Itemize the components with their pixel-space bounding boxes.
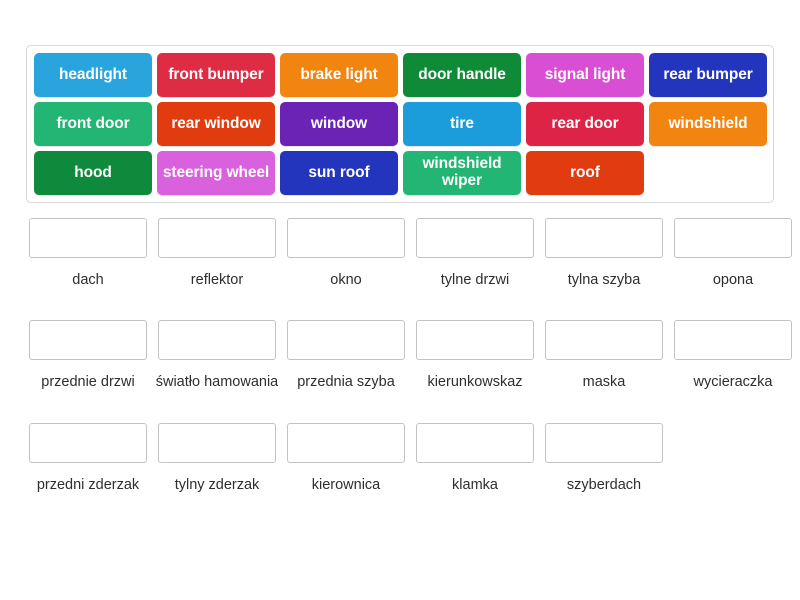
draggable-tile[interactable]: sun roof xyxy=(280,151,398,195)
answer-label: okno xyxy=(330,272,362,288)
answer-cell: kierownica xyxy=(284,422,408,495)
answer-label: klamka xyxy=(452,476,498,493)
answer-cell: tylne drzwi xyxy=(413,218,537,290)
drop-zone[interactable] xyxy=(545,422,663,463)
answer-row: przedni zderzak tylny zderzak kierownica… xyxy=(26,422,774,495)
tile-bank: headlight front bumper brake light door … xyxy=(26,45,774,203)
drop-zone[interactable] xyxy=(287,422,405,463)
answer-cell: przednia szyba xyxy=(284,320,408,392)
answer-label: maska xyxy=(582,374,626,391)
answer-cell: tylna szyba xyxy=(542,218,666,290)
drop-zone[interactable] xyxy=(29,218,147,258)
draggable-tile[interactable]: windshield xyxy=(649,102,767,146)
draggable-tile[interactable]: front door xyxy=(34,102,152,146)
answer-cell: kierunkowskaz xyxy=(413,320,537,392)
answer-cell: światło hamowania xyxy=(155,320,279,392)
answer-label: szyberdach xyxy=(566,476,642,493)
draggable-tile[interactable]: windshield wiper xyxy=(403,151,521,195)
draggable-tile[interactable]: roof xyxy=(526,151,644,195)
answer-cell: tylny zderzak xyxy=(155,422,279,495)
drop-zone[interactable] xyxy=(158,218,276,258)
draggable-tile[interactable]: signal light xyxy=(526,53,644,97)
answer-label: światło hamowania xyxy=(155,374,279,391)
tile-bank-row: front door rear window window tire rear … xyxy=(34,102,767,146)
drop-zone[interactable] xyxy=(158,422,276,463)
answer-grid: dach reflektor okno tylne drzwi tylna sz… xyxy=(26,218,792,525)
answer-cell: maska xyxy=(542,320,666,392)
answer-cell: przedni zderzak xyxy=(26,422,150,495)
answer-label: reflektor xyxy=(190,272,244,288)
draggable-tile[interactable]: tire xyxy=(403,102,521,146)
answer-cell: klamka xyxy=(413,422,537,495)
draggable-tile[interactable]: brake light xyxy=(280,53,398,97)
answer-row: przednie drzwi światło hamowania przedni… xyxy=(26,320,792,392)
answer-label: dach xyxy=(72,272,104,288)
answer-cell: okno xyxy=(284,218,408,290)
drop-zone[interactable] xyxy=(674,218,792,258)
draggable-tile[interactable]: steering wheel xyxy=(157,151,275,195)
draggable-tile[interactable]: window xyxy=(280,102,398,146)
answer-cell: szyberdach xyxy=(542,422,666,495)
answer-label: kierownica xyxy=(311,476,381,493)
answer-label: tylny zderzak xyxy=(174,476,260,493)
answer-label: przednie drzwi xyxy=(41,374,135,391)
answer-cell: opona xyxy=(671,218,795,290)
draggable-tile[interactable]: door handle xyxy=(403,53,521,97)
answer-row: dach reflektor okno tylne drzwi tylna sz… xyxy=(26,218,792,290)
draggable-tile[interactable]: front bumper xyxy=(157,53,275,97)
drop-zone[interactable] xyxy=(29,422,147,463)
answer-label: tylna szyba xyxy=(567,272,641,288)
drop-zone[interactable] xyxy=(287,320,405,361)
drop-zone[interactable] xyxy=(545,320,663,361)
answer-cell: wycieraczka xyxy=(671,320,795,392)
draggable-tile[interactable]: rear window xyxy=(157,102,275,146)
answer-label: opona xyxy=(712,272,754,288)
tile-slot-empty xyxy=(649,151,767,195)
answer-label: kierunkowskaz xyxy=(427,374,523,391)
drop-zone[interactable] xyxy=(29,320,147,361)
answer-label: przednia szyba xyxy=(297,374,395,391)
answer-label: tylne drzwi xyxy=(440,272,510,288)
match-up-activity: headlight front bumper brake light door … xyxy=(0,0,800,600)
answer-cell: reflektor xyxy=(155,218,279,290)
draggable-tile[interactable]: rear door xyxy=(526,102,644,146)
drop-zone[interactable] xyxy=(674,320,792,361)
draggable-tile[interactable]: headlight xyxy=(34,53,152,97)
answer-cell: dach xyxy=(26,218,150,290)
answer-cell: przednie drzwi xyxy=(26,320,150,392)
drop-zone[interactable] xyxy=(416,218,534,258)
drop-zone[interactable] xyxy=(545,218,663,258)
drop-zone[interactable] xyxy=(416,320,534,361)
answer-label: przedni zderzak xyxy=(36,476,140,493)
drop-zone[interactable] xyxy=(158,320,276,361)
drop-zone[interactable] xyxy=(287,218,405,258)
answer-label: wycieraczka xyxy=(693,374,773,391)
drop-zone[interactable] xyxy=(416,422,534,463)
draggable-tile[interactable]: hood xyxy=(34,151,152,195)
tile-bank-row: headlight front bumper brake light door … xyxy=(34,53,767,97)
answer-cell-empty xyxy=(671,423,795,495)
tile-bank-row: hood steering wheel sun roof windshield … xyxy=(34,151,767,195)
draggable-tile[interactable]: rear bumper xyxy=(649,53,767,97)
